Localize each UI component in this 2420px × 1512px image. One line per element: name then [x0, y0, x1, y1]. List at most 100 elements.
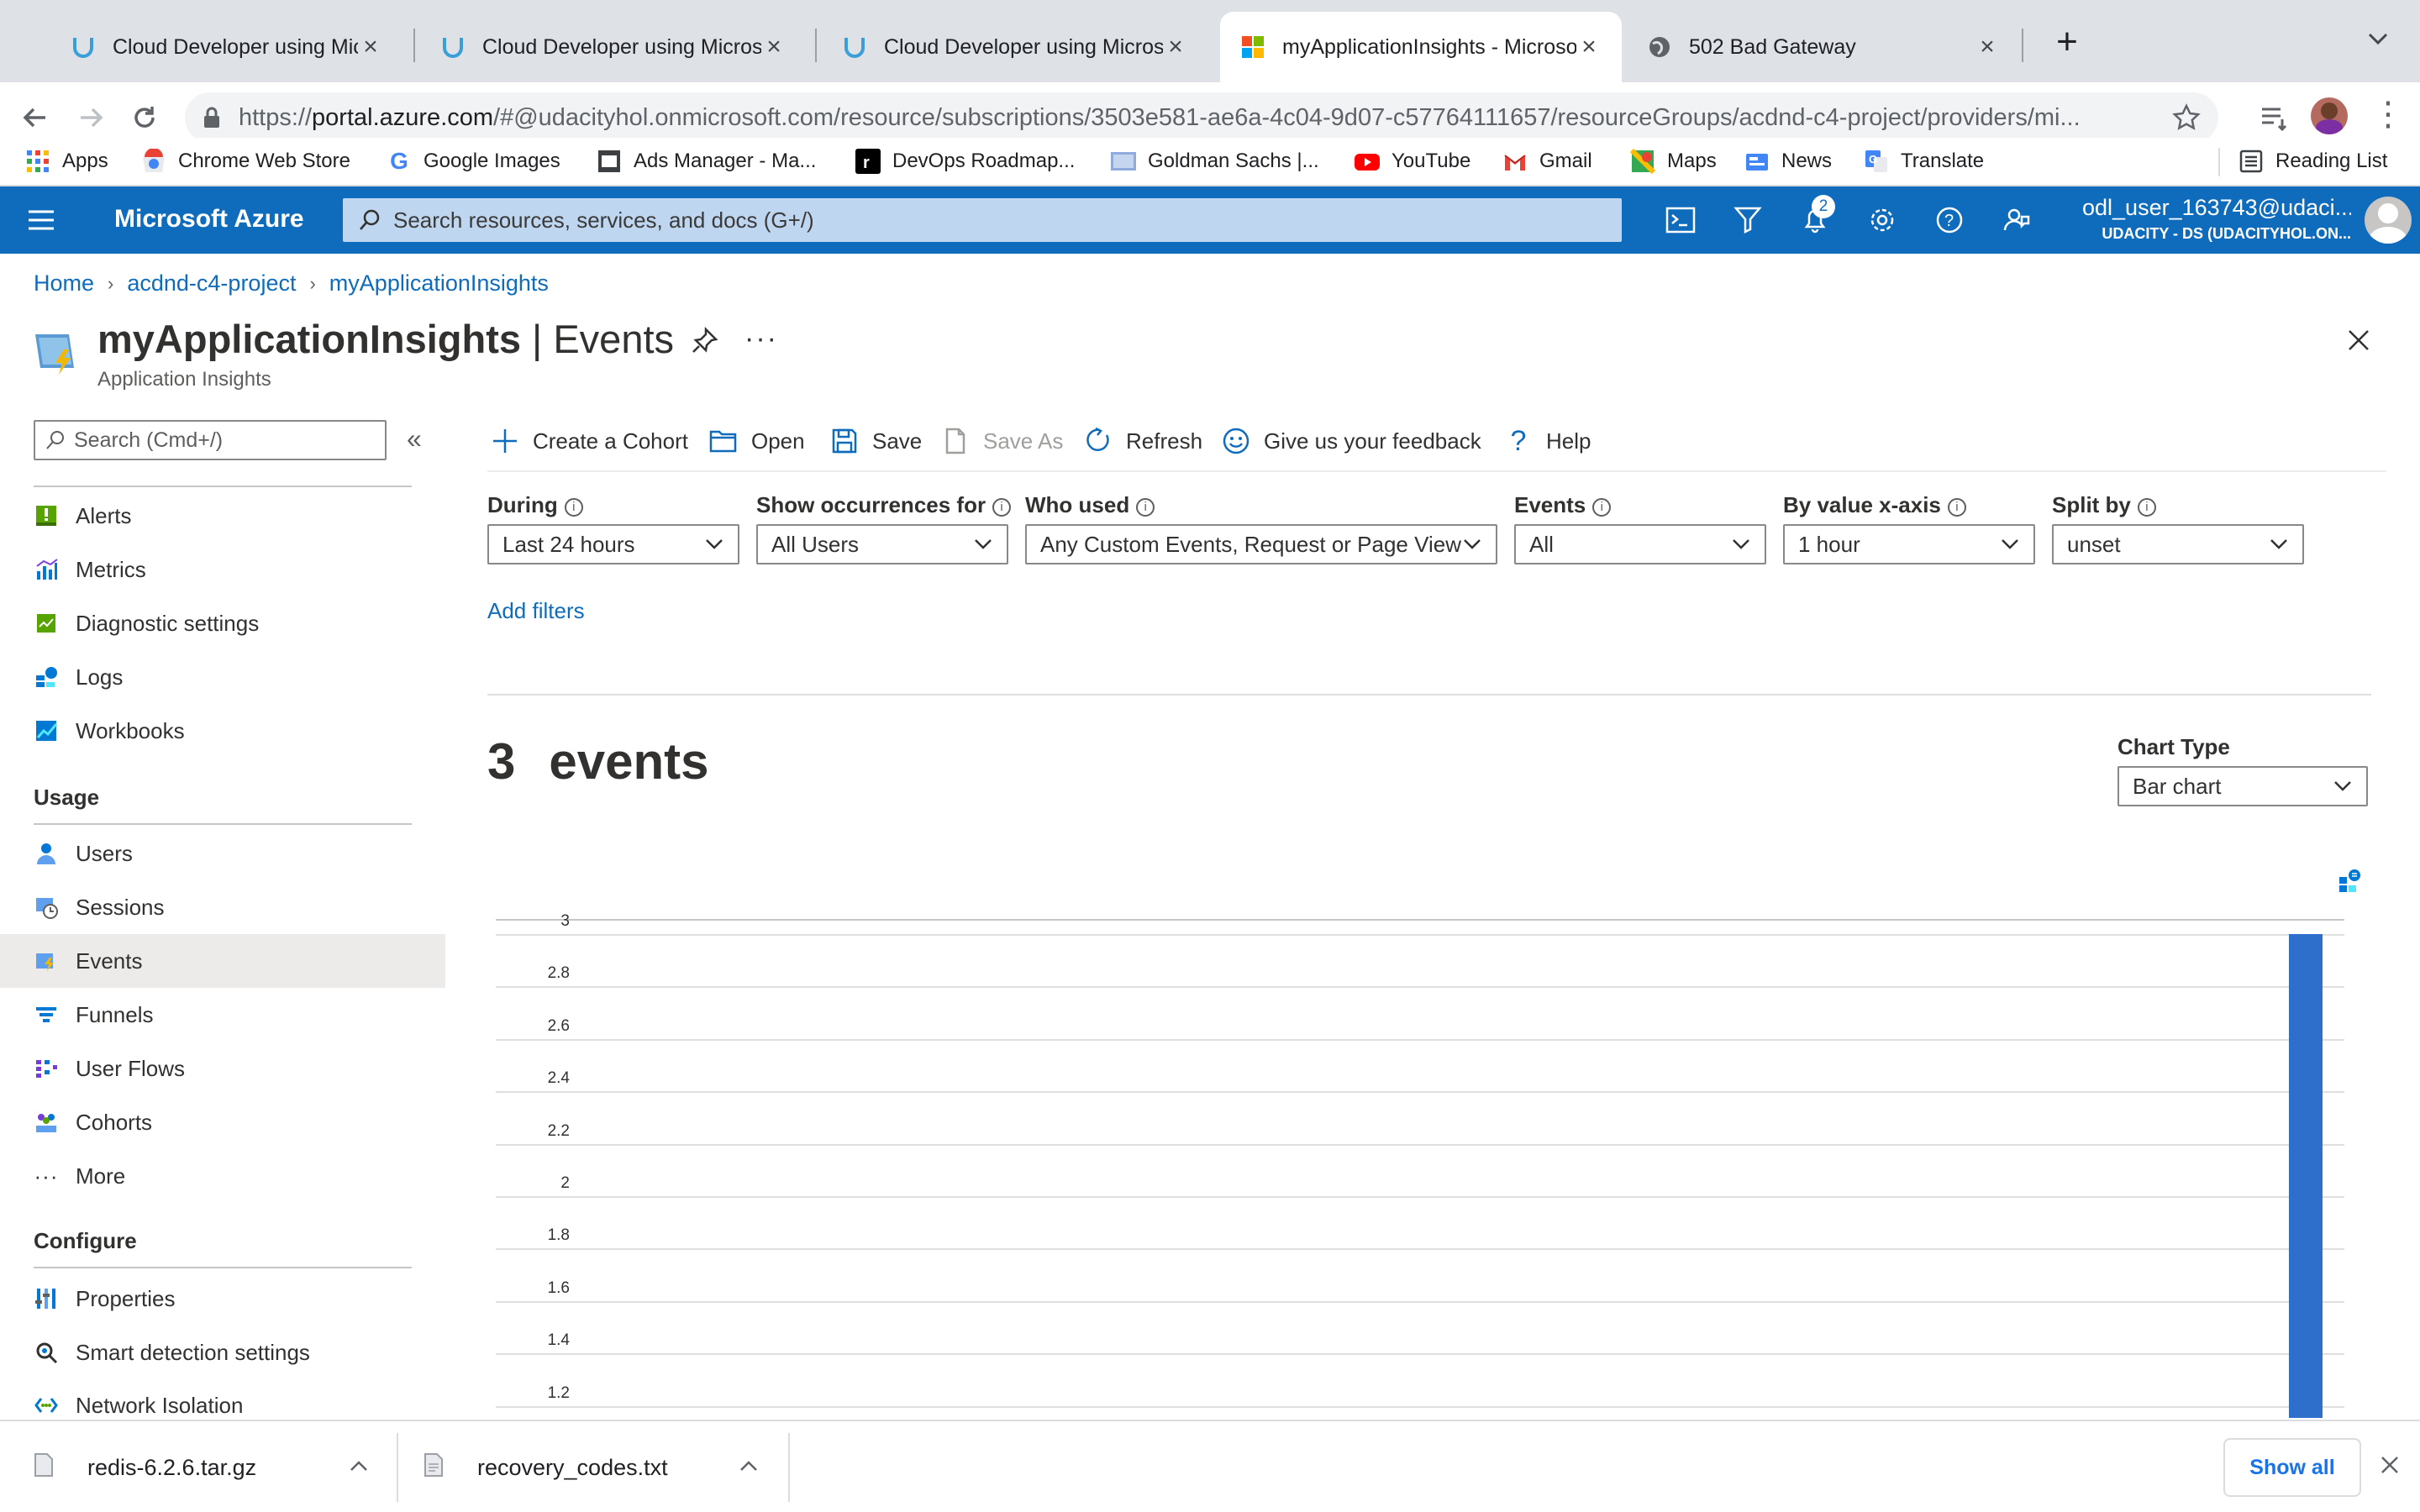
sidebar-item-user-flows[interactable]: User Flows: [0, 1042, 445, 1095]
hamburger-menu-icon[interactable]: [25, 205, 59, 235]
sidebar-item-network-isolation[interactable]: Network Isolation: [0, 1379, 445, 1420]
save-button[interactable]: Save: [830, 420, 922, 462]
bookmark-goldman-sachs[interactable]: Goldman Sachs |...: [1111, 144, 1319, 178]
download-item[interactable]: recovery_codes.txt: [424, 1431, 776, 1504]
events-dropdown[interactable]: All: [1514, 524, 1766, 564]
address-bar[interactable]: https://portal.azure.com/#@udacityhol.on…: [185, 92, 2218, 143]
bookmark-devops-roadmap[interactable]: r DevOps Roadmap...: [855, 144, 1075, 178]
info-icon[interactable]: i: [2137, 498, 2156, 517]
sidebar-item-properties[interactable]: Properties: [0, 1272, 445, 1326]
breadcrumb-resource-group[interactable]: acdnd-c4-project: [127, 270, 296, 297]
bookmark-youtube[interactable]: YouTube: [1355, 144, 1470, 178]
more-options-icon[interactable]: ···: [744, 323, 778, 355]
info-icon[interactable]: i: [1136, 498, 1155, 517]
bookmark-apps[interactable]: Apps: [25, 144, 108, 178]
help-button[interactable]: ? Help: [1504, 420, 1591, 462]
xaxis-dropdown[interactable]: 1 hour: [1783, 524, 2035, 564]
info-icon[interactable]: i: [564, 498, 583, 517]
save-as-button[interactable]: Save As: [941, 420, 1063, 462]
forward-arrow-icon[interactable]: [66, 92, 116, 143]
bookmark-google-images[interactable]: G Google Images: [387, 144, 560, 178]
sidebar-item-logs[interactable]: Logs: [0, 650, 445, 704]
browser-tab-active[interactable]: myApplicationInsights - Microsoft Azure …: [1220, 12, 1622, 82]
browser-tab[interactable]: Cloud Developer using Microsoft Azure ×: [822, 12, 1208, 82]
sidebar-item-events[interactable]: Events: [0, 934, 445, 988]
bookmark-maps[interactable]: Maps: [1629, 144, 1717, 178]
sidebar-item-more[interactable]: ··· More: [0, 1149, 445, 1203]
open-label: Open: [751, 428, 805, 454]
breadcrumb-home[interactable]: Home: [34, 270, 94, 297]
close-icon[interactable]: ×: [358, 33, 383, 61]
bookmark-ads-manager[interactable]: Ads Manager - Ma...: [597, 144, 816, 178]
question-mark-icon: ?: [1510, 424, 1527, 457]
open-button[interactable]: Open: [709, 420, 805, 462]
help-icon[interactable]: ?: [1928, 198, 1971, 242]
reload-icon[interactable]: [119, 92, 170, 143]
close-icon[interactable]: ×: [1163, 33, 1188, 61]
show-all-downloads-button[interactable]: Show all: [2223, 1438, 2361, 1497]
bookmark-translate[interactable]: G Translate: [1864, 144, 1984, 178]
browser-tab[interactable]: Cloud Developer using Microsoft Azure ×: [420, 12, 807, 82]
chart-bar[interactable]: [2289, 934, 2323, 1418]
tab-search-chevron-icon[interactable]: [2361, 22, 2403, 64]
info-icon[interactable]: i: [1947, 498, 1966, 517]
create-cohort-button[interactable]: Create a Cohort: [491, 420, 688, 462]
account-tenant[interactable]: UDACITY - DS (UDACITYHOL.ON...: [2082, 225, 2351, 243]
cloud-shell-icon[interactable]: [1659, 198, 1702, 242]
browser-menu-icon[interactable]: ⋮: [2371, 97, 2405, 138]
sidebar-item-smart-detection[interactable]: Smart detection settings: [0, 1326, 445, 1379]
new-tab-plus-icon[interactable]: +: [2042, 18, 2092, 69]
azure-brand[interactable]: Microsoft Azure: [114, 205, 304, 234]
feedback-icon[interactable]: [1995, 198, 2039, 242]
sidebar-item-sessions[interactable]: Sessions: [0, 880, 445, 934]
add-filters-link[interactable]: Add filters: [487, 598, 585, 624]
close-icon[interactable]: ×: [1576, 33, 1602, 61]
sidebar-search-input[interactable]: Search (Cmd+/): [34, 420, 387, 460]
refresh-button[interactable]: Refresh: [1084, 420, 1202, 462]
directory-filter-icon[interactable]: [1726, 198, 1770, 242]
search-icon: [358, 208, 381, 238]
sidebar-item-metrics[interactable]: Metrics: [0, 543, 445, 596]
chevron-up-icon[interactable]: [348, 1455, 370, 1483]
occurrences-dropdown[interactable]: All Users: [756, 524, 1008, 564]
close-icon[interactable]: [2378, 1453, 2402, 1481]
sidebar-item-alerts[interactable]: Alerts: [0, 489, 445, 543]
reading-list-button[interactable]: Reading List: [2238, 144, 2387, 178]
user-avatar[interactable]: [2365, 197, 2412, 244]
global-search-input[interactable]: Search resources, services, and docs (G+…: [343, 198, 1622, 242]
settings-gear-icon[interactable]: [1860, 198, 1904, 242]
info-icon[interactable]: i: [1592, 498, 1612, 517]
pin-to-dashboard-icon[interactable]: [2336, 867, 2365, 900]
split-by-dropdown[interactable]: unset: [2052, 524, 2304, 564]
chart-type-dropdown[interactable]: Bar chart: [2118, 766, 2368, 806]
feedback-button[interactable]: Give us your feedback: [1222, 420, 1481, 462]
sidebar-item-label: Cohorts: [76, 1109, 153, 1135]
chevron-up-icon[interactable]: [738, 1455, 760, 1483]
bookmark-star-icon[interactable]: [2171, 102, 2202, 139]
close-icon[interactable]: ×: [761, 33, 786, 61]
close-blade-icon[interactable]: [2344, 326, 2373, 359]
bookmark-chrome-web-store[interactable]: Chrome Web Store: [141, 144, 350, 178]
bookmark-gmail[interactable]: Gmail: [1502, 144, 1592, 178]
sidebar-item-diagnostic-settings[interactable]: Diagnostic settings: [0, 596, 445, 650]
close-icon[interactable]: ×: [1975, 33, 2000, 61]
during-dropdown[interactable]: Last 24 hours: [487, 524, 739, 564]
collapse-sidebar-icon[interactable]: «: [407, 423, 422, 454]
browser-tab[interactable]: 502 Bad Gateway ×: [1627, 12, 2020, 82]
breadcrumb-resource[interactable]: myApplicationInsights: [329, 270, 549, 297]
pin-icon[interactable]: [691, 326, 719, 359]
reading-queue-icon[interactable]: [2257, 101, 2291, 139]
lock-icon[interactable]: [202, 106, 222, 136]
bookmark-news[interactable]: News: [1744, 144, 1832, 178]
download-item[interactable]: redis-6.2.6.tar.gz: [34, 1431, 387, 1504]
info-icon[interactable]: i: [992, 498, 1012, 517]
sidebar-item-workbooks[interactable]: Workbooks: [0, 704, 445, 758]
sidebar-item-users[interactable]: Users: [0, 827, 445, 880]
browser-tab[interactable]: Cloud Developer using Microsoft Azure ×: [50, 12, 403, 82]
who-used-dropdown[interactable]: Any Custom Events, Request or Page View: [1025, 524, 1497, 564]
account-name[interactable]: odl_user_163743@udaci...: [2082, 195, 2351, 221]
avatar[interactable]: [2311, 97, 2348, 134]
sidebar-item-cohorts[interactable]: Cohorts: [0, 1095, 445, 1149]
sidebar-item-funnels[interactable]: Funnels: [0, 988, 445, 1042]
back-arrow-icon[interactable]: [10, 92, 60, 143]
